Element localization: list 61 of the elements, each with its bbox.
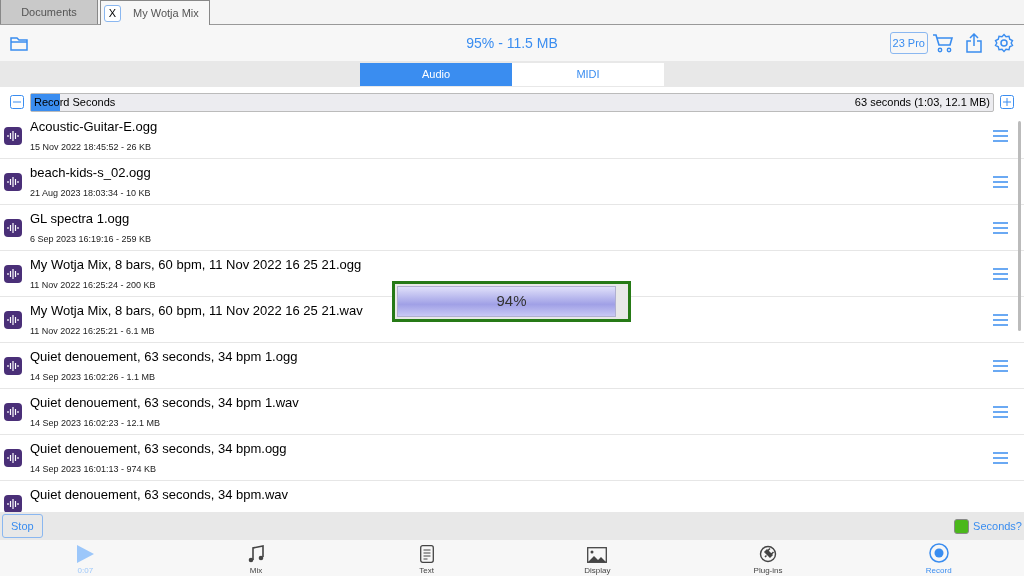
tab-label: Documents bbox=[21, 6, 77, 18]
bottom-tab[interactable]: Mix bbox=[170, 540, 342, 576]
document-tab[interactable]: Documents bbox=[0, 0, 98, 24]
file-name: Quiet denouement, 63 seconds, 34 bpm 1.wav bbox=[30, 395, 300, 410]
menu-icon[interactable] bbox=[993, 405, 1008, 418]
file-details: 14 Sep 2023 16:02:26 - 1.1 MB bbox=[30, 372, 157, 382]
plus-icon[interactable] bbox=[1000, 95, 1014, 109]
cart-icon[interactable] bbox=[932, 33, 954, 53]
audio-file-icon bbox=[4, 218, 22, 237]
audio-file-icon bbox=[4, 448, 22, 467]
menu-icon[interactable] bbox=[993, 267, 1008, 280]
file-name: My Wotja Mix, 8 bars, 60 bpm, 11 Nov 2022 16 25 21.ogg bbox=[30, 257, 363, 272]
file-name: Quiet denouement, 63 seconds, 34 bpm.ogg bbox=[30, 441, 288, 456]
menu-icon[interactable] bbox=[993, 359, 1008, 372]
settings-icon[interactable] bbox=[994, 33, 1014, 53]
document-tab[interactable]: X My Wotja Mix bbox=[100, 0, 210, 25]
file-name: beach-kids-s_02.ogg bbox=[30, 165, 152, 180]
file-name: Acoustic-Guitar-E.ogg bbox=[30, 119, 159, 134]
music-note-icon bbox=[247, 545, 265, 563]
seconds-checkbox[interactable] bbox=[954, 518, 970, 534]
audio-file-icon bbox=[4, 126, 22, 145]
slider-reading: 63 seconds (1:03, 12.1 MB) bbox=[853, 96, 991, 108]
image-icon bbox=[587, 547, 608, 563]
plug-icon bbox=[759, 545, 777, 563]
file-details: 14 Sep 2023 16:02:23 - 12.1 MB bbox=[30, 418, 162, 428]
minus-icon[interactable] bbox=[10, 95, 24, 109]
segment-tab[interactable]: MIDI bbox=[512, 62, 664, 86]
audio-file-icon bbox=[4, 495, 22, 512]
audio-file-icon bbox=[4, 264, 22, 283]
file-details: 15 Nov 2022 18:45:52 - 26 KB bbox=[30, 142, 153, 152]
audio-file-icon bbox=[4, 402, 22, 421]
document-icon bbox=[419, 545, 434, 563]
bottom-tab[interactable]: Display bbox=[512, 540, 683, 576]
bottom-tab[interactable]: Text bbox=[341, 540, 512, 576]
close-button[interactable]: X bbox=[104, 4, 121, 22]
checkbox-label: Seconds? bbox=[973, 520, 1022, 532]
file-name: Quiet denouement, 63 seconds, 34 bpm 1.ogg bbox=[30, 349, 299, 364]
file-name: GL spectra 1.ogg bbox=[30, 211, 131, 226]
file-details: 21 Aug 2023 18:03:34 - 10 KB bbox=[30, 188, 152, 198]
menu-icon[interactable] bbox=[993, 175, 1008, 188]
share-icon[interactable] bbox=[966, 33, 982, 53]
tab-label: My Wotja Mix bbox=[133, 7, 199, 19]
menu-icon[interactable] bbox=[993, 451, 1008, 464]
file-details: 14 Sep 2023 16:01:13 - 974 KB bbox=[30, 464, 158, 474]
folder-icon[interactable] bbox=[10, 35, 28, 51]
bottom-tab[interactable]: Plug-ins bbox=[682, 540, 854, 576]
record-icon bbox=[928, 543, 949, 563]
toolbar-title: 95% - 11.5 MB bbox=[466, 35, 558, 51]
file-details: 6 Sep 2023 16:19:16 - 259 KB bbox=[30, 234, 153, 244]
menu-icon[interactable] bbox=[993, 129, 1008, 142]
menu-icon[interactable] bbox=[993, 221, 1008, 234]
menu-icon[interactable] bbox=[993, 313, 1008, 326]
progress-label: 94% bbox=[495, 292, 528, 309]
file-name: Quiet denouement, 63 seconds, 34 bpm.wav bbox=[30, 487, 289, 502]
audio-file-icon bbox=[4, 310, 22, 329]
play-icon bbox=[76, 545, 95, 563]
file-details: 11 Nov 2022 16:25:24 - 200 KB bbox=[30, 280, 157, 290]
audio-file-icon bbox=[4, 356, 22, 375]
audio-file-icon bbox=[4, 172, 22, 191]
file-details: 11 Nov 2022 16:25:21 - 6.1 MB bbox=[30, 326, 156, 336]
file-name: My Wotja Mix, 8 bars, 60 bpm, 11 Nov 2022 16 25 21.wav bbox=[30, 303, 364, 318]
